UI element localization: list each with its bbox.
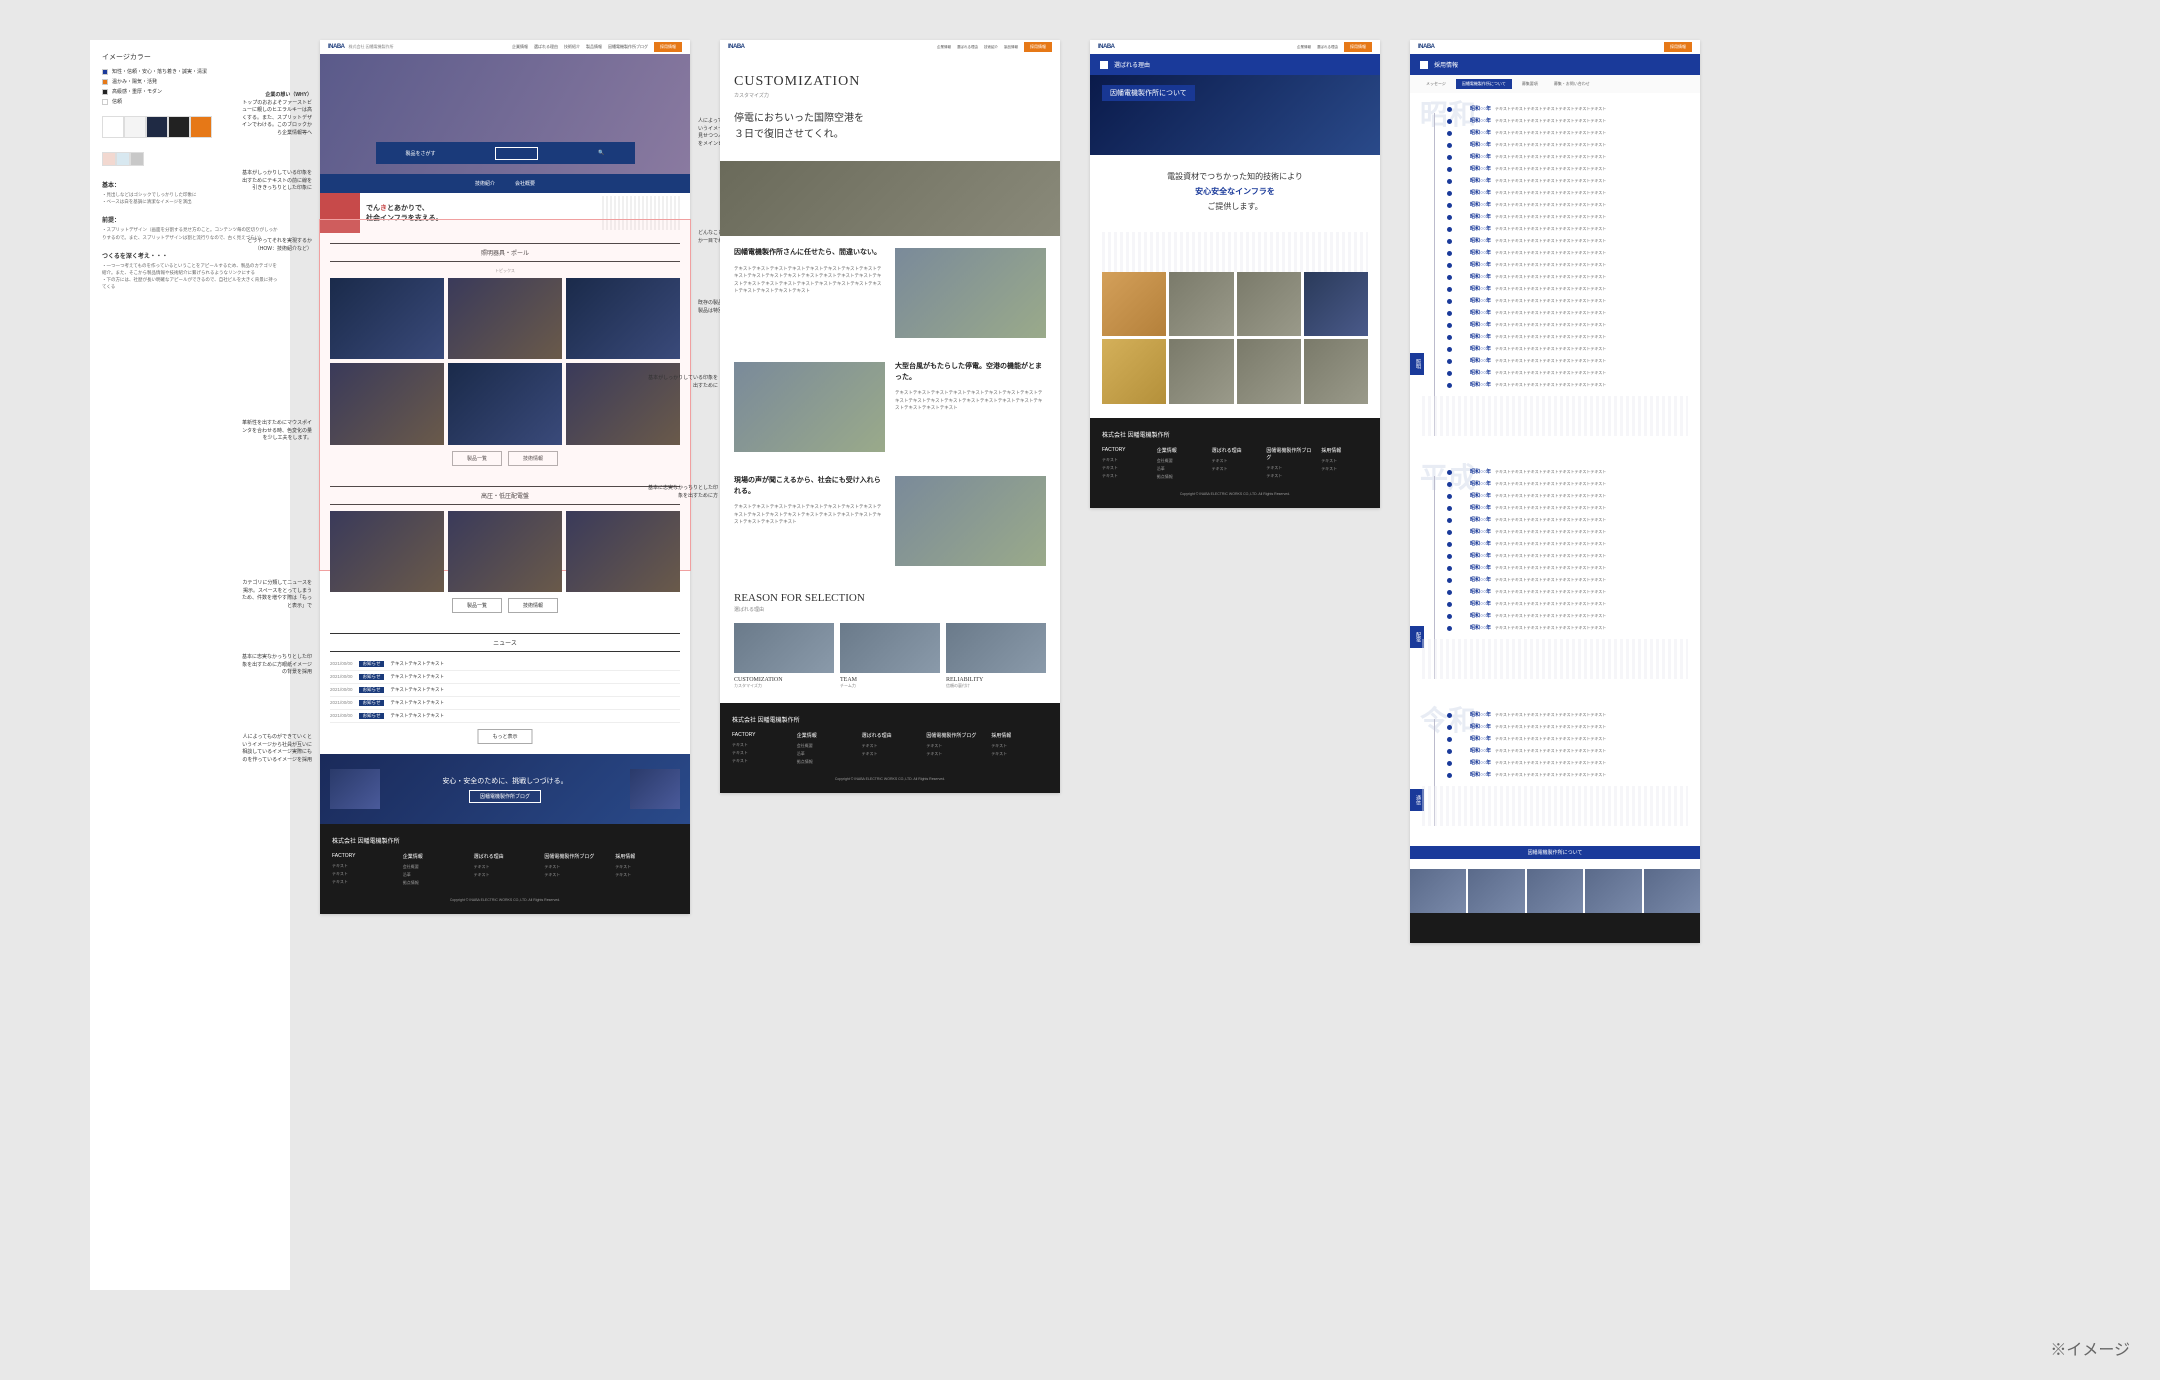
- anno-solid-3: 基本に忠実なかっちりとした印象を出すために方: [648, 485, 718, 500]
- product-tile[interactable]: [330, 511, 444, 592]
- sub-swatches: [102, 152, 278, 166]
- homepage-mockup-column: 企業の想い（WHY） トップのおおよそファーストビューに親しのヒエラルキーは高く…: [320, 40, 690, 1290]
- recruit-page: INABA 採用情報 採用情報 メッセージ因幡電機製作所について募集要項募集・お…: [1410, 40, 1700, 943]
- customization-page-column: 基本がしっかりしている印象を出すために 基本に忠実なかっちりとした印象を出すため…: [720, 40, 1060, 1290]
- crumb-icon: [1100, 61, 1108, 69]
- gallery-image[interactable]: [1237, 339, 1301, 403]
- cta-image[interactable]: [1644, 869, 1700, 913]
- search-input-mock[interactable]: [495, 147, 538, 160]
- challenge-banner: 安心・安全のために、挑戦しつづける。 因幡電機製作所ブログ: [320, 754, 690, 824]
- blog-button[interactable]: 因幡電機製作所ブログ: [469, 790, 541, 803]
- design-board: イメージカラー 知性・信頼・安心・落ち着き・誠実・清潔温かみ・陽気・活発高級感・…: [90, 40, 2070, 1290]
- gallery-image[interactable]: [1237, 272, 1301, 336]
- palette-title: イメージカラー: [102, 52, 278, 62]
- news-section: ニュース 2021/00/00お知らせテキストテキストテキスト2021/00/0…: [320, 623, 690, 754]
- story-image: [895, 248, 1046, 338]
- recruit-page-column: INABA 採用情報 採用情報 メッセージ因幡電機製作所について募集要項募集・お…: [1410, 40, 1700, 1290]
- header-cta[interactable]: 採用情報: [654, 42, 682, 52]
- site-header: INABA 株式会社 因幡電機製作所 企業情報選ばれる理由技術紹介製品情報因幡電…: [320, 40, 690, 54]
- anno-solid-base: 基本がしっかりしている印象を出すためにテキストの前に線を引ききっちりとした印象に: [242, 170, 312, 193]
- hero-image: [720, 161, 1060, 236]
- main-nav: 企業情報選ばれる理由技術紹介製品情報因幡電機製作所ブログ: [512, 44, 648, 50]
- anno-solid-2: 基本がしっかりしている印象を出すために: [648, 375, 718, 390]
- hero-visual: 製品をさがす 🔍: [320, 54, 690, 174]
- anno-grid-bg: 基本に忠実なかっちりとした印象を出すために方眼紙イメージの背景を採用: [242, 654, 312, 677]
- product-tile[interactable]: [448, 278, 562, 359]
- breadcrumb: 選ばれる理由: [1090, 54, 1380, 75]
- anno-why: 企業の想い（WHY） トップのおおよそファーストビューに親しのヒエラルキーは高く…: [242, 92, 312, 137]
- gallery-image[interactable]: [1169, 272, 1233, 336]
- product-tile[interactable]: [448, 511, 562, 592]
- gallery-image[interactable]: [1304, 272, 1368, 336]
- gallery-image[interactable]: [1304, 339, 1368, 403]
- search-icon[interactable]: 🔍: [598, 150, 604, 156]
- story-image: [734, 362, 885, 452]
- product-tile[interactable]: [566, 511, 680, 592]
- hero-search-bar: 製品をさがす 🔍: [376, 142, 635, 164]
- about-gallery: [1090, 272, 1380, 418]
- anno-how: どうやってそれを実現するか（HOW：技術紹介など）: [242, 238, 312, 253]
- customization-page: INABA 企業情報選ばれる理由技術紹介製品情報 採用情報 CUSTOMIZAT…: [720, 40, 1060, 793]
- image-caption: ※イメージ: [2050, 1336, 2130, 1360]
- city-line-art: [1102, 232, 1368, 272]
- cta-image[interactable]: [1410, 869, 1466, 913]
- hero-btn-tech[interactable]: 技術紹介: [475, 180, 495, 187]
- recruit-tabs: メッセージ因幡電機製作所について募集要項募集・お問い合わせ: [1410, 75, 1700, 93]
- homepage: INABA 株式会社 因幡電機製作所 企業情報選ばれる理由技術紹介製品情報因幡電…: [320, 40, 690, 914]
- site-footer: 株式会社 因幡電機製作所 FACTORYテキストテキストテキスト企業情報会社概要…: [320, 824, 690, 914]
- hero-btn-company[interactable]: 会社概要: [515, 180, 535, 187]
- cta-image[interactable]: [1527, 869, 1583, 913]
- logo[interactable]: INABA: [328, 44, 345, 50]
- about-hero: 因幡電機製作所について: [1090, 75, 1380, 155]
- news-more-button[interactable]: もっと表示: [477, 729, 532, 744]
- product-tile[interactable]: [566, 278, 680, 359]
- anno-hover: 革新性を出すためにマウスポインタを合わせる時、色変化の量を少し工夫をします。: [242, 420, 312, 443]
- gallery-image[interactable]: [1169, 339, 1233, 403]
- about-page: INABA 企業情報選ばれる理由 採用情報 選ばれる理由 因幡電機製作所について…: [1090, 40, 1380, 508]
- gallery-image[interactable]: [1102, 339, 1166, 403]
- anno-people: 人によってものができていくというイメージから社員が互いに相談しているイメージ実際…: [242, 734, 312, 764]
- product-tile[interactable]: [330, 363, 444, 444]
- about-page-column: INABA 企業情報選ばれる理由 採用情報 選ばれる理由 因幡電機製作所について…: [1090, 40, 1380, 1290]
- recruit-cta-row: [1410, 869, 1700, 913]
- product-tile[interactable]: [448, 363, 562, 444]
- cta-image[interactable]: [1468, 869, 1524, 913]
- cta-image[interactable]: [1585, 869, 1641, 913]
- gallery-image[interactable]: [1102, 272, 1166, 336]
- page-title: CUSTOMIZATION: [734, 74, 1046, 90]
- product-tile[interactable]: [330, 278, 444, 359]
- story-image: [895, 476, 1046, 566]
- anno-news-cat: カテゴリに分類してニュースを掲示。スペースをとってしまうため、件数を増やす際は「…: [242, 580, 312, 610]
